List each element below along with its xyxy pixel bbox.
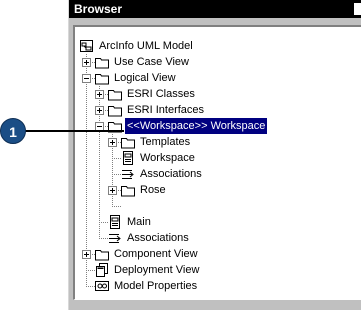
tree-node-esri-interfaces[interactable]: ESRI Interfaces [95, 102, 295, 118]
title-bar-button[interactable] [354, 3, 361, 15]
collapse-minus-icon[interactable] [82, 74, 91, 83]
tree-node-label: Associations [127, 232, 189, 244]
tree-node-label: ESRI Interfaces [127, 104, 205, 116]
callout-number-badge: 1 [0, 118, 26, 144]
model-icon [80, 40, 93, 52]
tree-node-root[interactable]: ArcInfo UML Model [79, 38, 279, 54]
tree-node-label: Deployment View [114, 264, 200, 276]
expand-plus-icon[interactable] [108, 138, 117, 147]
tree-node-label: Main [127, 216, 151, 228]
tree-node-label: ESRI Classes [127, 88, 195, 100]
tree-node-label: <<Workspace>> Workspace [123, 117, 269, 135]
tree-node-workspace-package[interactable]: <<Workspace>> Workspace [95, 117, 360, 135]
tree-node-label: Associations [140, 168, 202, 180]
folder-icon [108, 106, 122, 117]
tree-node-label: Rose [140, 184, 166, 196]
tree-node-esri-classes[interactable]: ESRI Classes [95, 86, 295, 102]
folder-icon [108, 90, 122, 101]
expand-plus-icon[interactable] [108, 186, 117, 195]
associations-icon [122, 170, 134, 179]
folder-icon [95, 74, 109, 85]
tree-node-associations-inner[interactable]: Associations [120, 166, 320, 182]
tree-node-label: ArcInfo UML Model [99, 40, 193, 52]
window-title: Browser [74, 2, 123, 16]
expand-plus-icon[interactable] [82, 250, 91, 259]
folder-icon [121, 138, 135, 149]
deployment-icon [96, 263, 108, 277]
tree-node-label: Use Case View [114, 56, 189, 68]
expand-plus-icon[interactable] [95, 106, 104, 115]
class-diagram-icon [110, 215, 120, 229]
folder-icon [95, 58, 109, 69]
tree-node-label: Component View [114, 248, 198, 260]
browser-window: Browser ArcInfo UML Model Use Case View … [68, 0, 361, 310]
tree-node-main[interactable]: Main [107, 214, 307, 230]
tree-node-model-properties[interactable]: Model Properties [94, 278, 294, 294]
browser-tree[interactable]: ArcInfo UML Model Use Case View Logical … [73, 25, 361, 300]
folder-icon [95, 250, 109, 261]
folder-icon [121, 186, 135, 197]
tree-node-label: Model Properties [114, 280, 198, 292]
tree-node-label: Workspace [140, 152, 195, 164]
tree-node-rose[interactable]: Rose [108, 182, 308, 198]
tree-node-logical-view[interactable]: Logical View [82, 70, 282, 86]
title-bar[interactable]: Browser [69, 0, 361, 18]
tree-node-label: Templates [140, 136, 191, 148]
tree-node-templates[interactable]: Templates [108, 134, 308, 150]
class-diagram-icon [123, 151, 133, 165]
tree-node-deployment-view[interactable]: Deployment View [94, 262, 294, 278]
expand-plus-icon[interactable] [95, 90, 104, 99]
callout-pointer-line [16, 130, 124, 132]
expand-plus-icon[interactable] [82, 58, 91, 67]
tree-node-use-case-view[interactable]: Use Case View [82, 54, 282, 70]
tree-node-associations[interactable]: Associations [107, 230, 307, 246]
tree-node-workspace-diagram[interactable]: Workspace [120, 150, 320, 166]
model-properties-icon [95, 281, 109, 291]
tree-node-label: Logical View [114, 72, 176, 84]
tree-node-component-view[interactable]: Component View [82, 246, 282, 262]
associations-icon [109, 234, 121, 243]
